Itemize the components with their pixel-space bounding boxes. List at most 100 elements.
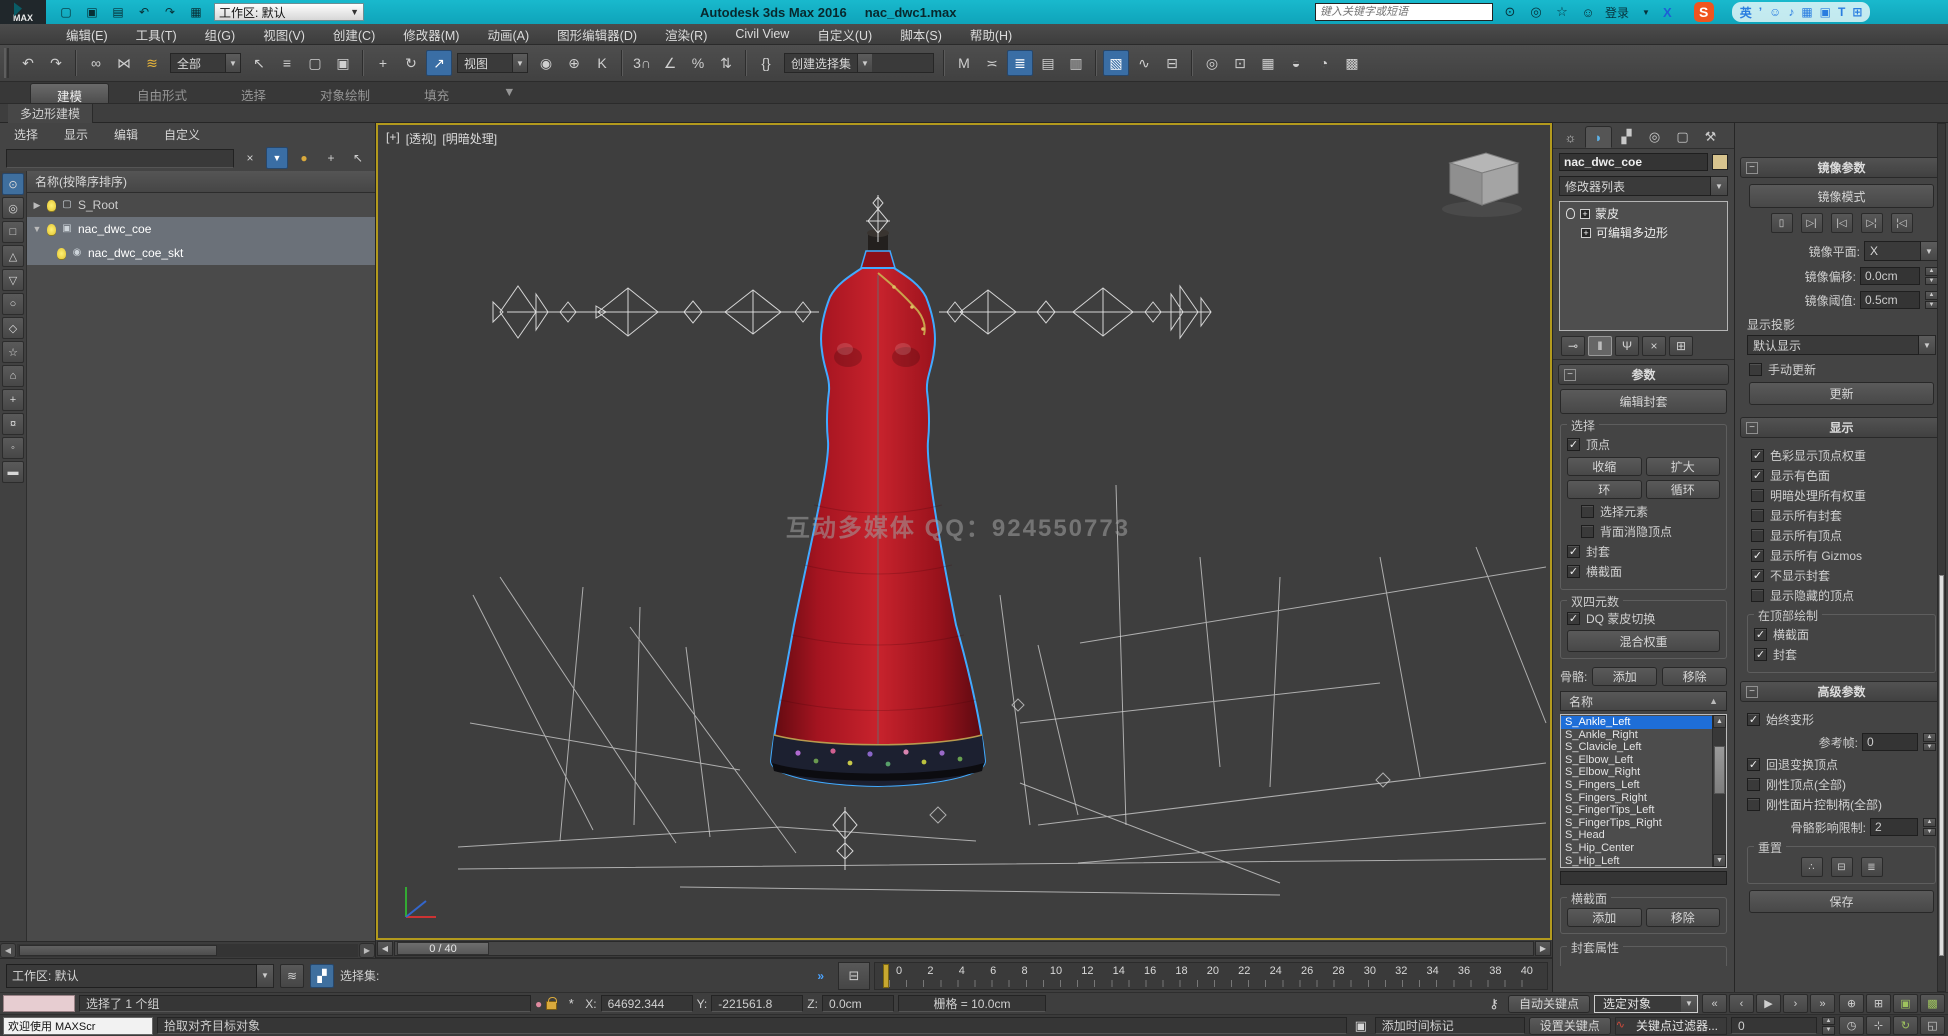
menu-civil-view[interactable]: Civil View [721,24,803,45]
menu-create[interactable]: 创建(C) [319,24,389,45]
rendered-frame-window-icon[interactable]: ▦ [1255,50,1281,76]
toolbar-drag-handle[interactable] [4,48,9,78]
set-key-button[interactable]: 设置关键点 [1529,1017,1611,1035]
menu-views[interactable]: 视图(V) [249,24,319,45]
rigid-handles-checkbox[interactable]: 刚性面片控制柄(全部) [1747,796,1936,813]
cb-shade-all-weights[interactable]: 明暗处理所有权重 [1751,487,1932,504]
visibility-bulb-icon[interactable] [47,200,56,211]
named-selection-sets-dropdown[interactable]: 创建选择集 ▼ [784,53,934,73]
angle-snap-icon[interactable]: ∠ [657,50,683,76]
set-keys-icon[interactable]: ⚷ [1484,996,1504,1012]
lock-icon[interactable]: ● [293,147,315,169]
open-mini-curve-editor-icon[interactable]: ⊟ [838,962,870,990]
filter-space-warps-icon[interactable]: ◇ [2,317,24,339]
layer-stack-icon[interactable]: ≋ [280,964,304,988]
add-cross-section-button[interactable]: 添加 [1567,908,1642,927]
cb-show-hidden-vertices[interactable]: 显示隐藏的顶点 [1751,587,1932,604]
paste-blue-to-green-bones-icon[interactable]: |◁ [1831,213,1853,233]
tree-row-s-root[interactable]: ▶ ▢ S_Root [27,193,375,217]
orbit-icon[interactable]: ↻ [1893,1016,1918,1035]
zoom-extents-icon[interactable]: ▣ [1893,994,1918,1013]
time-slider-track[interactable]: 0 / 40 [394,941,1534,956]
cb-show-all-envelopes[interactable]: 显示所有封套 [1751,507,1932,524]
grow-button[interactable]: 扩大 [1646,457,1721,476]
current-frame-field[interactable]: 0 [1731,1017,1817,1034]
menu-scripting[interactable]: 脚本(S) [886,24,956,45]
project-folder-icon[interactable]: ▦ [186,3,206,21]
max-logo[interactable]: MAX [0,0,46,24]
cb-show-no-envelopes[interactable]: 不显示封套 [1751,567,1932,584]
ime-emoji-icon[interactable]: ☺ [1769,5,1781,19]
search-input[interactable] [1315,3,1493,21]
reset-all-bones-icon[interactable]: ≣ [1861,857,1883,877]
ribbon-tab-collapse[interactable]: ▼ [477,83,541,103]
display-rollout-header[interactable]: − 显示 [1740,417,1943,438]
select-element-checkbox[interactable]: 选择元素 [1581,503,1720,520]
loop-button[interactable]: 循环 [1646,480,1721,499]
tree-row-nac-dwc-coe-skt[interactable]: ◉ nac_dwc_coe_skt [27,241,375,265]
dq-skin-toggle-checkbox[interactable]: DQ 蒙皮切换 [1567,610,1720,627]
new-file-icon[interactable]: ▢ [56,3,76,21]
bone-item[interactable]: S_Ankle_Left [1561,716,1712,729]
visibility-bulb-icon[interactable] [47,224,56,235]
next-frame-icon[interactable]: › [1783,994,1808,1013]
scroll-up-icon[interactable]: ▲ [1713,715,1726,728]
undo-icon[interactable]: ↶ [15,50,41,76]
mirror-mode-button[interactable]: 镜像模式 [1749,184,1934,208]
show-end-result-icon[interactable]: ‖ [1588,336,1612,356]
bone-name-column-header[interactable]: 名称 ▲ [1560,691,1727,711]
parameters-rollout-header[interactable]: − 参数 [1558,364,1729,385]
previous-frame-arrow-icon[interactable]: ◀ [377,941,393,956]
track-bar[interactable]: 0246810121416182022242628303234363840 [874,962,1548,990]
add-time-tag-icon[interactable]: ▣ [1351,1018,1371,1034]
bone-item[interactable]: S_FingerTips_Right [1561,817,1712,830]
collapse-minus-icon[interactable]: − [1746,422,1758,434]
select-by-name-icon[interactable]: ≡ [274,50,300,76]
filter-shapes-icon[interactable]: □ [2,221,24,243]
always-deform-checkbox[interactable]: 始终变形 [1747,711,1936,728]
back-transform-checkbox[interactable]: 回退变换顶点 [1747,756,1936,773]
clear-search-icon[interactable]: × [239,147,261,169]
bone-item[interactable]: S_Fingers_Left [1561,779,1712,792]
bone-item[interactable]: S_Hip_Left [1561,855,1712,867]
menu-animation[interactable]: 动画(A) [473,24,543,45]
bone-item[interactable]: S_FingerTips_Left [1561,804,1712,817]
modifier-editable-poly[interactable]: + 可编辑多边形 [1560,223,1727,242]
overflow-chevron-icon[interactable]: » [817,969,832,983]
cb-show-colored-faces[interactable]: 显示有色面 [1751,467,1932,484]
scrollbar-thumb[interactable] [1939,575,1944,956]
layer-manager-icon[interactable]: ≣ [1007,50,1033,76]
mirror-icon[interactable]: M [951,50,977,76]
draw-cross-sections-checkbox[interactable]: 横截面 [1754,626,1929,643]
close-icon[interactable]: X [1663,5,1672,20]
open-file-icon[interactable]: ▣ [82,3,102,21]
graphite-ribbon-toggle-icon[interactable]: ▤ [1035,50,1061,76]
modifier-enable-bulb-icon[interactable] [1566,208,1575,219]
pin-stack-icon[interactable]: ⊸ [1561,336,1585,356]
select-and-manipulate-icon[interactable]: ⊕ [561,50,587,76]
redo-icon[interactable]: ↷ [43,50,69,76]
y-coord-field[interactable]: -221561.8 [711,995,803,1012]
mirror-paste-icon[interactable]: ▯ [1771,213,1793,233]
scene-explorer-toggle-icon[interactable]: ▧ [1103,50,1129,76]
bone-item[interactable]: S_Fingers_Right [1561,792,1712,805]
selection-lock-icon[interactable] [546,1001,557,1010]
play-animation-icon[interactable]: ▶ [1756,994,1781,1013]
zoom-icon[interactable]: ⊕ [1839,994,1864,1013]
command-tab-create[interactable]: ☼ [1557,126,1584,148]
curve-editor-icon[interactable]: ∿ [1131,50,1157,76]
modifier-skin[interactable]: + 蒙皮 [1560,204,1727,223]
scrollbar-thumb[interactable] [1714,746,1725,794]
backface-cull-checkbox[interactable]: 背面消隐顶点 [1581,523,1720,540]
rigid-vertices-checkbox[interactable]: 刚性顶点(全部) [1747,776,1936,793]
go-to-end-icon[interactable]: » [1810,994,1835,1013]
object-color-swatch[interactable] [1712,154,1728,170]
filter-containers-icon[interactable]: ¤ [2,413,24,435]
filter-geometry-icon[interactable]: ◎ [2,197,24,219]
menu-modifiers[interactable]: 修改器(M) [389,24,473,45]
previous-frame-icon[interactable]: ‹ [1729,994,1754,1013]
select-object-icon[interactable]: ↖ [246,50,272,76]
view-cube[interactable] [1442,153,1522,217]
viewport-shading-menu[interactable]: [明暗处理] [442,130,497,147]
viewport-pov-menu[interactable]: [透视] [406,130,437,147]
